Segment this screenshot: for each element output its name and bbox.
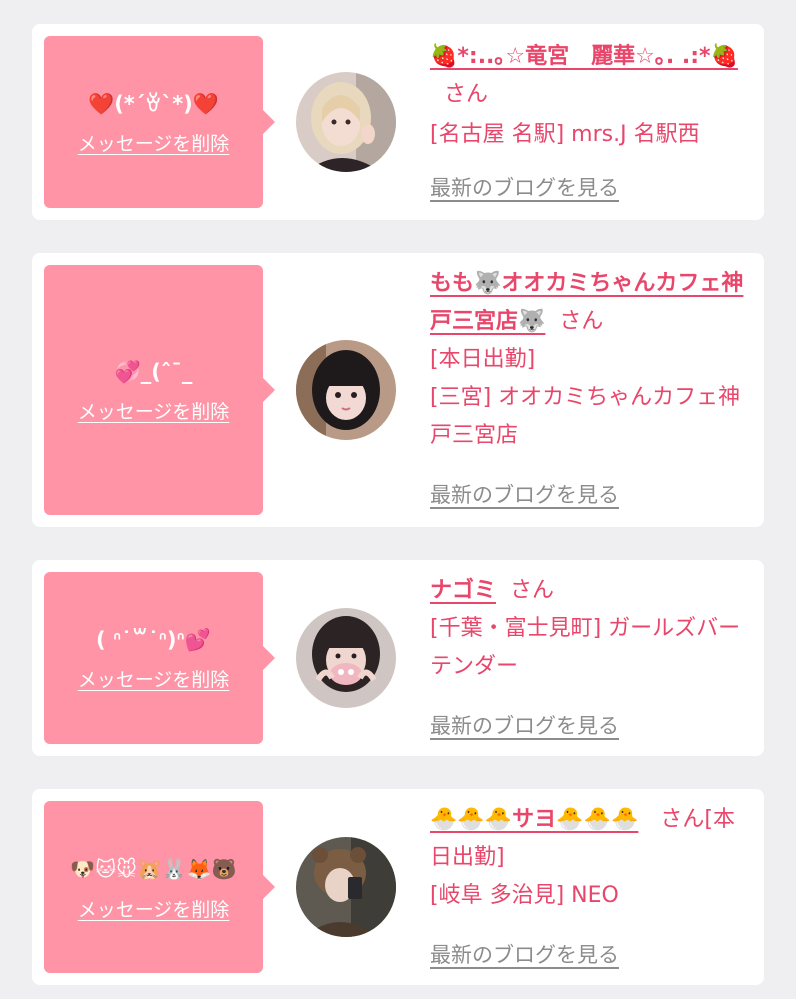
profile-info: 🍓*:..｡☆竜宮 麗華☆｡. .:*🍓 さん [名古屋 名駅] mrs.J 名駅… xyxy=(430,38,746,154)
avatar[interactable] xyxy=(296,837,396,937)
profile-photo-icon xyxy=(296,837,396,937)
profile-info: ナゴミ さん [千葉・富士見町] ガールズバー テンダー xyxy=(430,572,746,686)
delete-message-link[interactable]: メッセージを削除 xyxy=(78,397,230,424)
message-text: ( ᐢ˙꒳˙ᐢ)ᐢ💕 xyxy=(96,627,211,652)
avatar[interactable] xyxy=(296,608,396,708)
message-card: ( ᐢ˙꒳˙ᐢ)ᐢ💕 メッセージを削除 ナゴミ さん [千葉・富士見町] ガールズ… xyxy=(32,560,764,756)
avatar[interactable] xyxy=(296,340,396,440)
profile-photo-icon xyxy=(296,340,396,440)
delete-message-link[interactable]: メッセージを削除 xyxy=(78,129,230,156)
message-bubble: 💞_(ˆ¯_ メッセージを削除 xyxy=(44,265,275,515)
message-text: 💞_(ˆ¯_ xyxy=(114,359,193,384)
message-card: 💞_(ˆ¯_ メッセージを削除 もも🐺オオカミちゃんカフェ神戸三宮店🐺 さん [本… xyxy=(32,253,764,527)
profile-info: もも🐺オオカミちゃんカフェ神戸三宮店🐺 さん [本日出勤] [三宮] オオカミちゃ… xyxy=(430,265,746,455)
profile-detail: [名古屋 名駅] mrs.J 名駅西 xyxy=(430,122,700,147)
profile-detail: [本日出勤] xyxy=(430,347,536,372)
view-blog-link[interactable]: 最新のブログを見る xyxy=(430,939,619,969)
message-bubble: 🐶🐱🐭🐹🐰🦊🐻 メッセージを削除 xyxy=(44,801,275,973)
profile-name-link[interactable]: ナゴミ xyxy=(430,578,496,603)
view-blog-link[interactable]: 最新のブログを見る xyxy=(430,479,619,509)
delete-message-link[interactable]: メッセージを削除 xyxy=(78,895,230,922)
profile-detail: [千葉・富士見町] ガールズバー テンダー xyxy=(430,616,741,679)
message-text: 🐶🐱🐭🐹🐰🦊🐻 xyxy=(70,856,237,881)
message-list: ❤️(*´ꈊ`*)❤️ メッセージを削除 🍓*:..｡☆竜宮 麗華☆｡. .:*… xyxy=(0,0,796,999)
delete-message-link[interactable]: メッセージを削除 xyxy=(78,665,230,692)
honorific: さん xyxy=(510,578,555,603)
honorific: さん xyxy=(559,309,604,334)
profile-info: 🐣🐣🐣サヨ🐣🐣🐣 さん[本日出勤] [岐阜 多治見] NEO xyxy=(430,801,746,915)
profile-photo-icon xyxy=(296,72,396,172)
profile-name-link[interactable]: 🍓*:..｡☆竜宮 麗華☆｡. .:*🍓 xyxy=(430,44,738,69)
profile-detail: [岐阜 多治見] NEO xyxy=(430,883,619,908)
profile-name-link[interactable]: 🐣🐣🐣サヨ🐣🐣🐣 xyxy=(430,807,638,832)
message-bubble: ❤️(*´ꈊ`*)❤️ メッセージを削除 xyxy=(44,36,275,208)
message-text: ❤️(*´ꈊ`*)❤️ xyxy=(88,91,219,116)
avatar[interactable] xyxy=(296,72,396,172)
honorific: さん xyxy=(444,82,489,107)
profile-photo-icon xyxy=(296,608,396,708)
message-bubble: ( ᐢ˙꒳˙ᐢ)ᐢ💕 メッセージを削除 xyxy=(44,572,275,744)
view-blog-link[interactable]: 最新のブログを見る xyxy=(430,710,619,740)
message-card: ❤️(*´ꈊ`*)❤️ メッセージを削除 🍓*:..｡☆竜宮 麗華☆｡. .:*… xyxy=(32,24,764,220)
message-card: 🐶🐱🐭🐹🐰🦊🐻 メッセージを削除 🐣🐣🐣サヨ🐣🐣🐣 さん[本日出勤] [岐阜 多治… xyxy=(32,789,764,985)
view-blog-link[interactable]: 最新のブログを見る xyxy=(430,172,619,202)
profile-detail: [三宮] オオカミちゃんカフェ神戸三宮店 xyxy=(430,385,741,448)
honorific: さん xyxy=(660,807,705,832)
